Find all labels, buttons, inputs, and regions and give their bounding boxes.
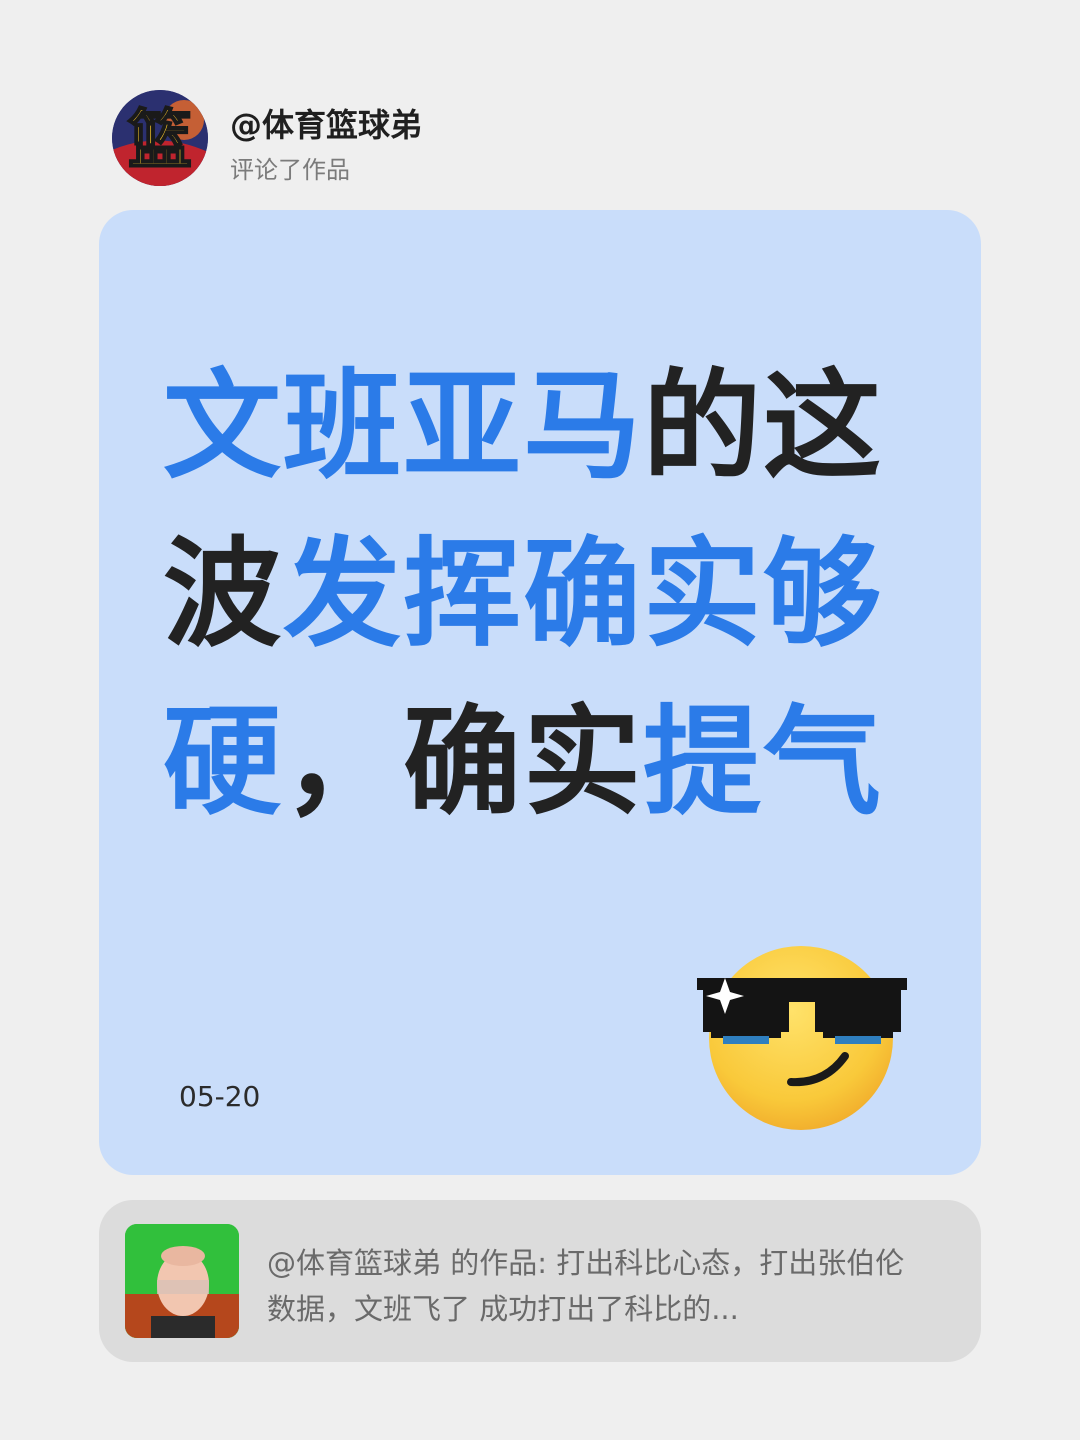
comment-segment: 提气 <box>643 693 884 831</box>
work-thumbnail[interactable] <box>125 1224 239 1338</box>
comment-card: 文班亚马的这 波发挥确实够 硬，确实提气 05-20 <box>99 210 981 1175</box>
avatar-glyph: 篮 <box>128 104 192 178</box>
username[interactable]: @体育篮球弟 <box>230 100 422 146</box>
comment-text: 文班亚马的这 波发挥确实够 硬，确实提气 <box>163 342 923 846</box>
avatar[interactable]: 篮 <box>112 90 208 186</box>
action-text: 评论了作品 <box>230 156 350 184</box>
work-thumbnail-image <box>125 1224 239 1338</box>
work-description: @体育篮球弟 的作品: 打出科比心态，打出张伯伦数据，文班飞了 成功打出了科比的… <box>267 1246 905 1326</box>
referenced-work-card[interactable]: @体育篮球弟 的作品: 打出科比心态，打出张伯伦数据，文班飞了 成功打出了科比的… <box>99 1200 981 1362</box>
comment-segment: ，确实 <box>283 693 644 831</box>
comment-date: 05-20 <box>179 1080 261 1113</box>
comment-segment: 文班亚马 <box>163 357 644 495</box>
basketball-logo-icon: 篮 <box>112 90 208 186</box>
smiling-face-with-sunglasses-icon <box>697 946 907 1130</box>
